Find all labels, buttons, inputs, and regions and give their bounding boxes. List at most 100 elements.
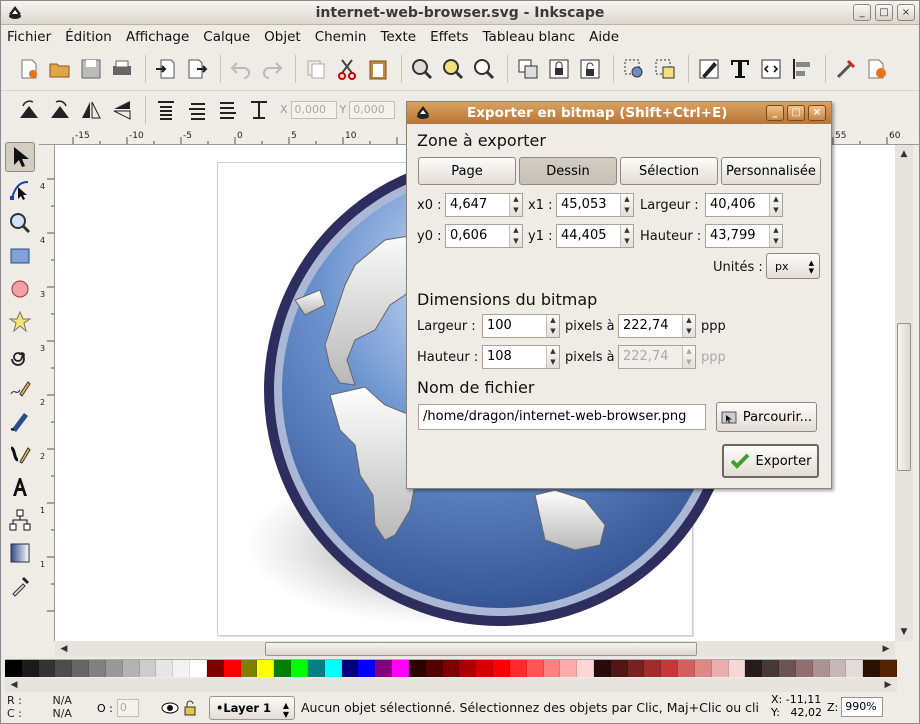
maximize-button[interactable]: □ [875, 4, 893, 21]
palette-swatch[interactable] [560, 660, 578, 677]
zoom-drawing-icon[interactable] [439, 55, 467, 83]
palette-swatch[interactable] [493, 660, 510, 677]
area-page-button[interactable]: Page [418, 157, 516, 185]
palette-swatch[interactable] [21, 660, 39, 677]
vertical-scroll-thumb[interactable] [897, 323, 911, 471]
dialog-close-button[interactable]: × [808, 105, 826, 121]
open-folder-icon[interactable] [46, 55, 74, 83]
y1-field[interactable]: 44,405 ▲ ▼ [556, 224, 634, 248]
menu-tableau-blanc[interactable]: Tableau blanc [483, 29, 576, 45]
x-position-field[interactable]: 0,000 [290, 100, 337, 119]
zoom-tool-icon[interactable] [5, 208, 35, 238]
palette-swatch[interactable] [526, 660, 544, 677]
export-icon[interactable] [183, 55, 211, 83]
dpi-x-field[interactable]: 222,74 ▲ ▼ [618, 314, 696, 338]
y0-field[interactable]: 0,606 ▲ ▼ [445, 224, 523, 248]
layer-lock-icon[interactable] [183, 700, 197, 716]
bitmap-icon[interactable] [651, 55, 679, 83]
bitmap-height-spin-icon[interactable]: ▲ ▼ [546, 346, 559, 368]
menu-aide[interactable]: Aide [589, 29, 619, 45]
filename-input[interactable]: /home/dragon/internet-web-browser.png [418, 404, 706, 430]
group-icon[interactable] [514, 55, 542, 83]
zoom-field[interactable]: 990% [841, 697, 884, 717]
export-button[interactable]: Exporter [722, 444, 819, 478]
menu-edition[interactable]: Édition [65, 29, 112, 45]
palette-swatch[interactable] [156, 660, 174, 677]
menu-effets[interactable]: Effets [430, 29, 468, 45]
dialog-maximize-button[interactable]: □ [787, 105, 805, 121]
palette-swatch[interactable] [593, 660, 611, 677]
x0-spin-icon[interactable]: ▲ ▼ [509, 194, 522, 216]
palette-swatch[interactable] [375, 660, 393, 677]
palette-swatch[interactable] [745, 660, 763, 677]
palette-swatch[interactable] [257, 660, 275, 677]
horizontal-scroll-thumb[interactable] [265, 642, 697, 656]
minimize-button[interactable]: _ [853, 4, 871, 21]
lock-icon[interactable] [545, 55, 573, 83]
y-position-field[interactable]: 0,000 [349, 100, 396, 119]
palette-swatch[interactable] [442, 660, 460, 677]
palette-swatch[interactable] [307, 660, 325, 677]
raise-icon[interactable] [183, 96, 211, 124]
ellipse-tool-icon[interactable] [5, 274, 35, 304]
menu-chemin[interactable]: Chemin [315, 29, 367, 45]
rotate-cw-icon[interactable] [46, 96, 74, 124]
palette-swatch[interactable] [795, 660, 813, 677]
flip-horizontal-icon[interactable] [77, 96, 105, 124]
palette-swatch[interactable] [863, 660, 881, 677]
selector-tool-icon[interactable] [5, 142, 35, 172]
undo-icon[interactable] [227, 55, 255, 83]
rectangle-tool-icon[interactable] [5, 241, 35, 271]
pen-tool-icon[interactable] [5, 406, 35, 436]
bitmap-height-field[interactable]: 108 ▲ ▼ [482, 345, 560, 369]
calligraphy-tool-icon[interactable] [5, 439, 35, 469]
x0-field[interactable]: 4,647 ▲ ▼ [445, 193, 523, 217]
palette-swatch[interactable] [5, 660, 22, 677]
palette-swatch[interactable] [223, 660, 241, 677]
menu-objet[interactable]: Objet [264, 29, 301, 45]
unlock-icon[interactable] [576, 55, 604, 83]
area-height-field[interactable]: 43,799 ▲ ▼ [705, 224, 783, 248]
node-tool-icon[interactable] [5, 175, 35, 205]
star-tool-icon[interactable] [5, 307, 35, 337]
scroll-right-icon[interactable]: ▶ [879, 642, 893, 656]
opacity-field[interactable]: 0 [116, 699, 139, 717]
browse-button[interactable]: Parcourir... [716, 402, 817, 432]
flip-vertical-icon[interactable] [108, 96, 136, 124]
preferences-icon[interactable] [832, 55, 860, 83]
paste-icon[interactable] [364, 55, 392, 83]
fill-stroke-icon[interactable] [695, 55, 723, 83]
palette-swatch[interactable] [105, 660, 123, 677]
palette-swatch[interactable] [122, 660, 140, 677]
document-properties-icon[interactable] [863, 55, 891, 83]
menu-fichier[interactable]: Fichier [7, 29, 51, 45]
spiral-tool-icon[interactable] [5, 340, 35, 370]
palette-swatch[interactable] [661, 660, 679, 677]
lower-to-bottom-icon[interactable] [245, 96, 273, 124]
dropper-tool-icon[interactable] [5, 571, 35, 601]
duplicate-icon[interactable] [302, 55, 330, 83]
palette-swatch[interactable] [728, 660, 746, 677]
palette-swatch[interactable] [206, 660, 224, 677]
palette-swatch[interactable] [509, 660, 527, 677]
redo-icon[interactable] [258, 55, 286, 83]
eye-visibility-icon[interactable] [161, 700, 179, 716]
bitmap-width-spin-icon[interactable]: ▲ ▼ [546, 315, 559, 337]
dialog-minimize-button[interactable]: _ [766, 105, 784, 121]
palette-scroll-right-icon[interactable]: ▶ [881, 678, 895, 692]
palette-swatch[interactable] [627, 660, 645, 677]
pencil-tool-icon[interactable] [5, 373, 35, 403]
palette-swatch[interactable] [678, 660, 695, 677]
palette-swatch[interactable] [476, 660, 494, 677]
scroll-up-icon[interactable]: ▲ [897, 147, 911, 161]
palette-swatch[interactable] [408, 660, 426, 677]
area-drawing-button[interactable]: Dessin [519, 157, 617, 185]
zoom-selection-icon[interactable] [408, 55, 436, 83]
save-icon[interactable] [77, 55, 105, 83]
text-tool-icon[interactable] [726, 55, 754, 83]
print-icon[interactable] [108, 55, 136, 83]
palette-swatch[interactable] [812, 660, 830, 677]
palette-swatch[interactable] [392, 660, 409, 677]
palette-swatch[interactable] [324, 660, 342, 677]
palette-scroll-left-icon[interactable]: ◀ [7, 678, 21, 692]
